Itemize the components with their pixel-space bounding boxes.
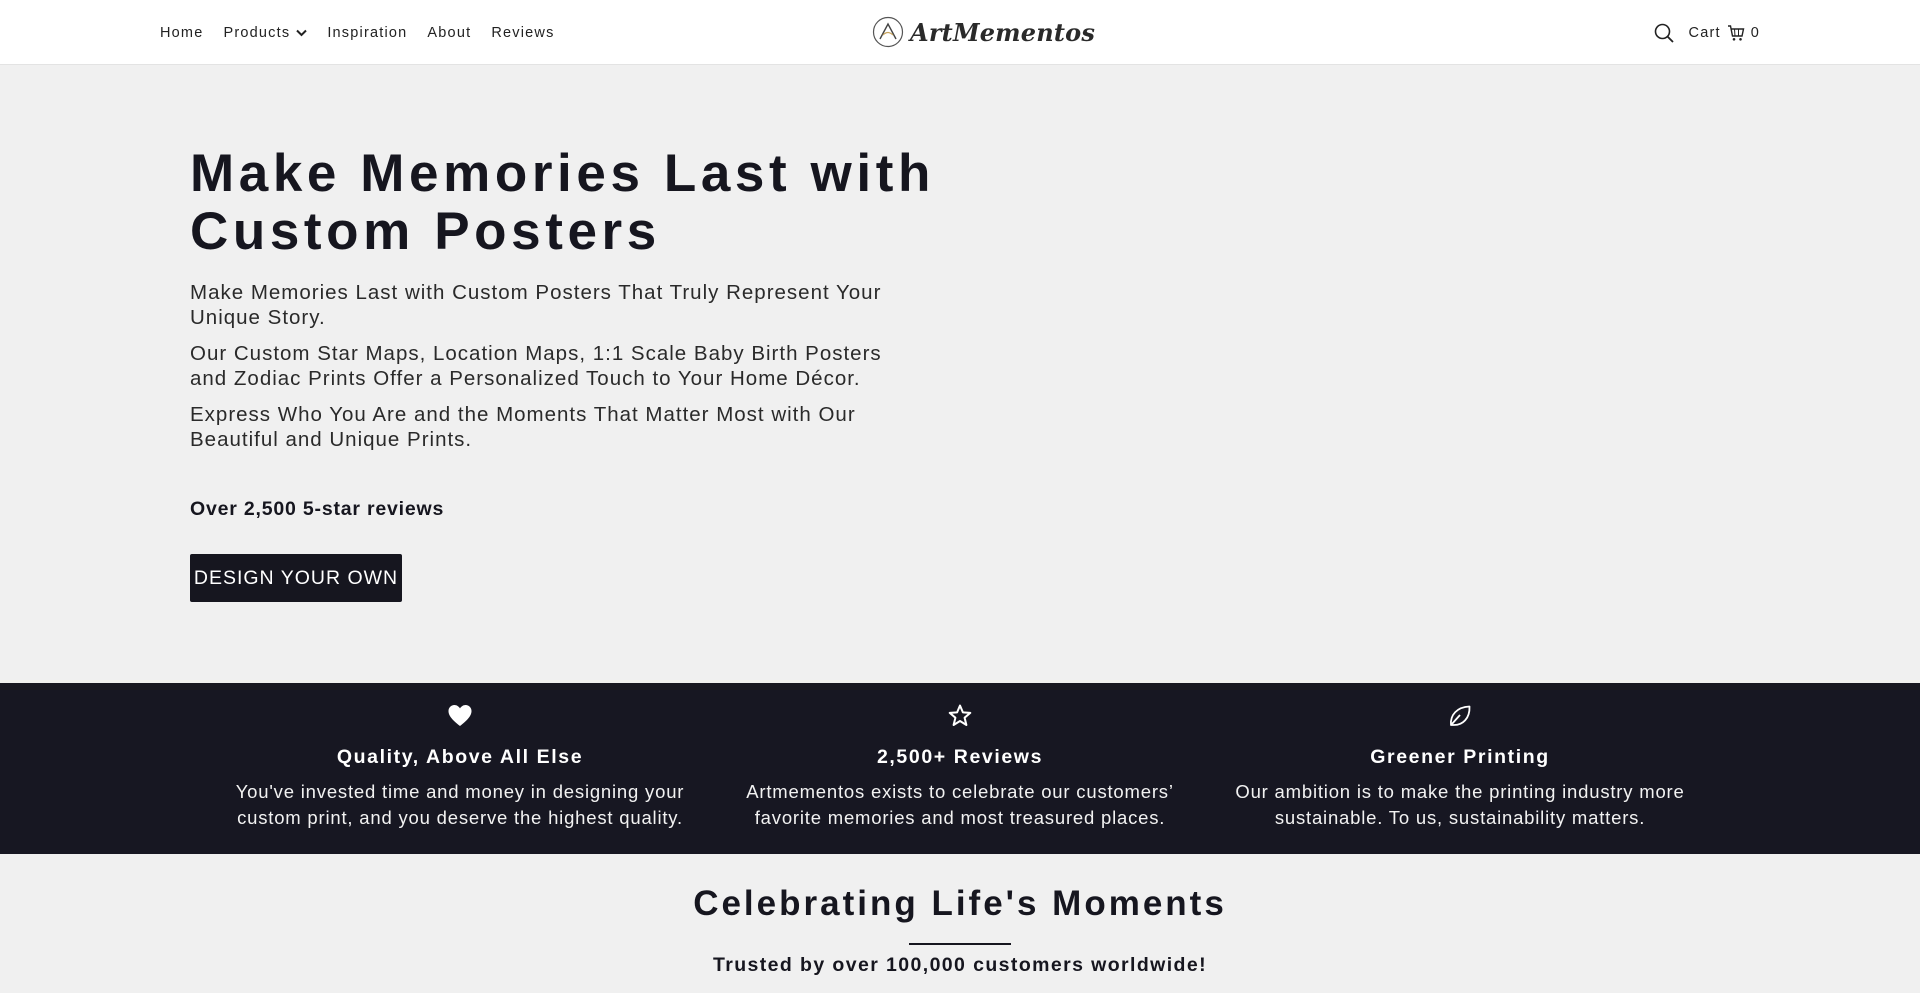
celebrate-section: Celebrating Life's Moments Trusted by ov…	[0, 854, 1920, 993]
main-nav: Home Products Inspiration About Reviews	[160, 0, 555, 65]
feature-title: Quality, Above All Else	[336, 746, 584, 768]
leaf-icon	[1450, 705, 1471, 726]
star-icon	[948, 704, 972, 726]
feature-greener: Greener Printing Our ambition is to make…	[1210, 683, 1710, 854]
feature-title: Greener Printing	[1370, 746, 1550, 768]
celebrate-subtitle: Trusted by over 100,000 customers worldw…	[712, 954, 1207, 976]
cart-count: 0	[1750, 24, 1760, 41]
cart-icon	[1727, 24, 1745, 41]
hero-description: Make Memories Last with Custom Posters T…	[190, 280, 910, 463]
nav-reviews-label: Reviews	[491, 24, 555, 41]
nav-reviews[interactable]: Reviews	[491, 25, 554, 41]
cart-button[interactable]: Cart 0	[1689, 24, 1760, 42]
site-header: Home Products Inspiration About Reviews …	[0, 0, 1920, 65]
nav-about-label: About	[427, 24, 472, 41]
feature-quality: Quality, Above All Else You've invested …	[210, 683, 710, 854]
hero-paragraph: Express Who You Are and the Moments That…	[190, 403, 856, 451]
feature-description: Artmementos exists to celebrate our cust…	[746, 781, 1174, 828]
site-logo[interactable]: ArtMementos	[872, 14, 1095, 50]
header-actions: Cart 0	[1653, 0, 1760, 65]
feature-description: Our ambition is to make the printing ind…	[1235, 781, 1685, 828]
nav-about[interactable]: About	[427, 25, 471, 41]
title-divider	[909, 943, 1011, 945]
feature-reviews: 2,500+ Reviews Artmementos exists to cel…	[710, 683, 1210, 854]
celebrate-title: Celebrating Life's Moments	[693, 884, 1227, 923]
heart-icon	[448, 705, 472, 726]
hero-paragraph: Make Memories Last with Custom Posters T…	[190, 281, 882, 329]
nav-inspiration[interactable]: Inspiration	[327, 25, 407, 41]
search-icon[interactable]	[1653, 22, 1675, 44]
nav-products-label: Products	[223, 24, 291, 41]
logo-text: ArtMementos	[910, 17, 1096, 47]
features-band: Quality, Above All Else You've invested …	[0, 683, 1920, 854]
feature-title: 2,500+ Reviews	[876, 746, 1044, 768]
hero-section: Make Memories Last with Custom Posters M…	[0, 65, 1920, 683]
design-your-own-button[interactable]: DESIGN YOUR OWN	[190, 554, 402, 602]
chevron-down-icon	[296, 29, 308, 36]
cart-label: Cart	[1688, 24, 1721, 41]
logo-emblem-icon	[872, 16, 904, 48]
hero-reviews-text: Over 2,500 5-star reviews	[190, 498, 445, 520]
nav-inspiration-label: Inspiration	[327, 24, 408, 41]
nav-home[interactable]: Home	[160, 25, 203, 41]
nav-home-label: Home	[160, 24, 204, 41]
nav-products[interactable]: Products	[223, 24, 308, 41]
hero-title: Make Memories Last with Custom Posters	[190, 144, 935, 261]
hero-paragraph: Our Custom Star Maps, Location Maps, 1:1…	[190, 342, 882, 390]
feature-description: You've invested time and money in design…	[235, 781, 685, 828]
